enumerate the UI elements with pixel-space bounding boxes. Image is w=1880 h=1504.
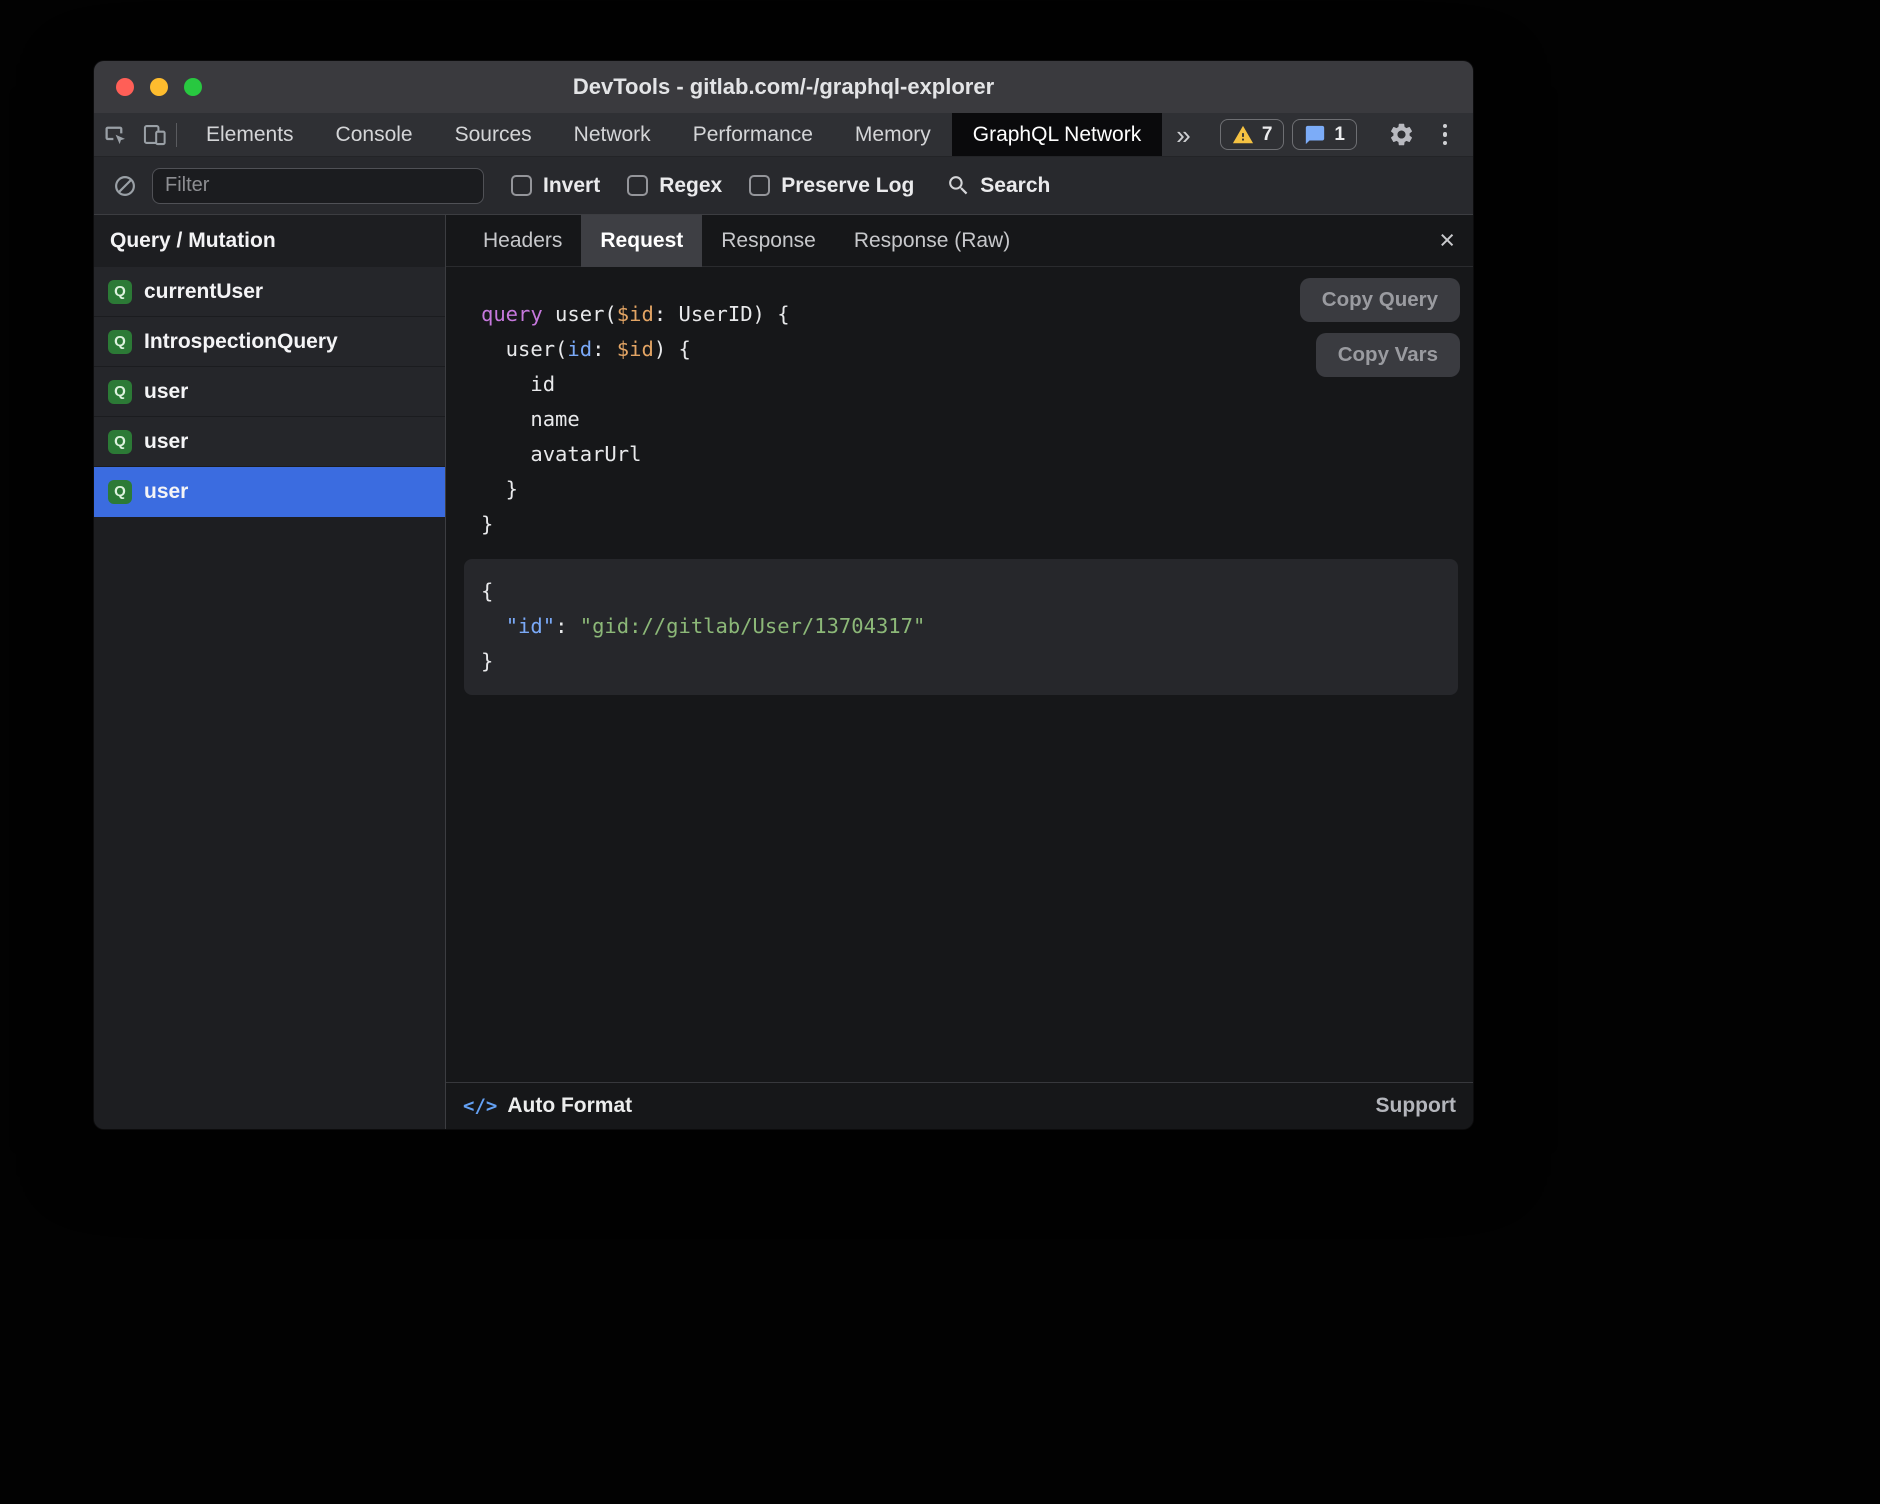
query-name: user xyxy=(144,430,188,454)
regex-checkbox[interactable] xyxy=(627,175,648,196)
tab-graphql-network[interactable]: GraphQL Network xyxy=(952,113,1162,156)
close-panel-button[interactable]: × xyxy=(1439,227,1455,254)
search-label: Search xyxy=(980,174,1050,198)
detail-tab-response[interactable]: Response xyxy=(702,215,835,267)
query-type-badge: Q xyxy=(108,380,132,404)
query-type-badge: Q xyxy=(108,280,132,304)
status-bar: </> Auto Format Support xyxy=(446,1082,1473,1129)
regex-checkbox-group[interactable]: Regex xyxy=(627,174,722,198)
devtools-tab-strip: ElementsConsoleSourcesNetworkPerformance… xyxy=(185,113,1162,156)
block-icon xyxy=(112,173,138,199)
query-list-item[interactable]: QcurrentUser xyxy=(94,267,445,317)
search-icon xyxy=(946,173,971,198)
detail-tabs-row: HeadersRequestResponseResponse (Raw) × xyxy=(446,215,1473,267)
chat-bubble-icon xyxy=(1304,124,1326,146)
detail-tab-response-raw[interactable]: Response (Raw) xyxy=(835,215,1029,267)
detail-pane: HeadersRequestResponseResponse (Raw) × q… xyxy=(446,215,1473,1129)
tabbar-right-cluster: 7 1 xyxy=(1212,117,1473,153)
devtools-tabbar: ElementsConsoleSourcesNetworkPerformance… xyxy=(94,113,1473,157)
request-query-code: query user($id: UserID) { user(id: $id) … xyxy=(481,297,790,542)
invert-label: Invert xyxy=(543,174,600,198)
more-options-button[interactable] xyxy=(1431,117,1459,153)
code-line: name xyxy=(481,402,790,437)
tab-network[interactable]: Network xyxy=(553,113,672,156)
query-list-item[interactable]: Quser xyxy=(94,467,445,517)
settings-button[interactable] xyxy=(1383,117,1419,153)
tab-memory[interactable]: Memory xyxy=(834,113,952,156)
device-toolbar-button[interactable] xyxy=(134,113,174,157)
main-split: Query / Mutation QcurrentUserQIntrospect… xyxy=(94,215,1473,1129)
query-name: user xyxy=(144,480,188,504)
tab-sources[interactable]: Sources xyxy=(434,113,553,156)
request-view: query user($id: UserID) { user(id: $id) … xyxy=(446,267,1473,1082)
query-list-item[interactable]: Q IntrospectionQuery xyxy=(94,317,445,367)
devtools-window: DevTools - gitlab.com/-/graphql-explorer… xyxy=(93,60,1474,1130)
invert-checkbox[interactable] xyxy=(511,175,532,196)
request-variables-code: { "id": "gid://gitlab/User/13704317"} xyxy=(464,559,1458,679)
window-title: DevTools - gitlab.com/-/graphql-explorer xyxy=(94,74,1473,100)
auto-format-button[interactable]: Auto Format xyxy=(507,1094,632,1118)
warnings-badge[interactable]: 7 xyxy=(1220,119,1285,150)
copy-query-button[interactable]: Copy Query xyxy=(1300,278,1460,322)
inspect-cursor-icon xyxy=(101,121,128,148)
code-line: id xyxy=(481,367,790,402)
preserve-log-checkbox[interactable] xyxy=(749,175,770,196)
support-link[interactable]: Support xyxy=(1376,1094,1456,1118)
code-line: } xyxy=(481,472,790,507)
code-line: { xyxy=(481,574,1458,609)
query-type-badge: Q xyxy=(108,330,132,354)
query-type-badge: Q xyxy=(108,430,132,454)
toolbar-divider xyxy=(176,123,177,147)
filter-input[interactable] xyxy=(152,168,484,204)
issue-count: 1 xyxy=(1334,124,1345,146)
warning-count: 7 xyxy=(1262,124,1273,146)
query-type-badge: Q xyxy=(108,480,132,504)
request-variables-panel: { "id": "gid://gitlab/User/13704317"} xyxy=(464,559,1458,695)
invert-checkbox-group[interactable]: Invert xyxy=(511,174,600,198)
query-name: IntrospectionQuery xyxy=(144,330,338,354)
query-list-item[interactable]: Quser xyxy=(94,367,445,417)
gear-icon xyxy=(1388,121,1415,148)
copy-button-stack: Copy Query Copy Vars xyxy=(1300,278,1460,377)
tab-console[interactable]: Console xyxy=(315,113,434,156)
query-list-item[interactable]: Quser xyxy=(94,417,445,467)
filter-toolbar: Invert Regex Preserve Log Search xyxy=(94,157,1473,215)
query-name: currentUser xyxy=(144,280,263,304)
tab-elements[interactable]: Elements xyxy=(185,113,315,156)
query-name: user xyxy=(144,380,188,404)
issues-badge[interactable]: 1 xyxy=(1292,119,1357,150)
code-line: } xyxy=(481,507,790,542)
warning-icon xyxy=(1232,124,1254,146)
code-line: query user($id: UserID) { xyxy=(481,297,790,332)
detail-tab-request[interactable]: Request xyxy=(581,215,702,267)
detail-tab-headers[interactable]: Headers xyxy=(464,215,581,267)
regex-label: Regex xyxy=(659,174,722,198)
code-brackets-icon: </> xyxy=(463,1095,497,1117)
code-line: avatarUrl xyxy=(481,437,790,472)
inspect-element-button[interactable] xyxy=(94,113,134,157)
desktop-background: DevTools - gitlab.com/-/graphql-explorer… xyxy=(0,0,1880,1504)
kebab-dot xyxy=(1443,141,1448,146)
query-list-header: Query / Mutation xyxy=(94,215,445,267)
more-tabs-button[interactable]: » xyxy=(1162,113,1204,157)
query-list: QcurrentUserQIntrospectionQueryQuserQuse… xyxy=(94,267,445,517)
code-line: } xyxy=(481,644,1458,679)
kebab-dot xyxy=(1443,124,1448,129)
copy-vars-button[interactable]: Copy Vars xyxy=(1316,333,1460,377)
code-line: "id": "gid://gitlab/User/13704317" xyxy=(481,609,1458,644)
query-sidebar: Query / Mutation QcurrentUserQIntrospect… xyxy=(94,215,446,1129)
clear-requests-button[interactable] xyxy=(108,169,142,203)
search-button[interactable]: Search xyxy=(946,173,1050,198)
preserve-log-label: Preserve Log xyxy=(781,174,914,198)
preserve-log-checkbox-group[interactable]: Preserve Log xyxy=(749,174,914,198)
kebab-dot xyxy=(1443,132,1448,137)
detail-tab-strip: HeadersRequestResponseResponse (Raw) xyxy=(464,215,1029,266)
window-titlebar[interactable]: DevTools - gitlab.com/-/graphql-explorer xyxy=(94,61,1473,113)
code-line: user(id: $id) { xyxy=(481,332,790,367)
tab-performance[interactable]: Performance xyxy=(672,113,834,156)
device-toolbar-icon xyxy=(141,121,168,148)
